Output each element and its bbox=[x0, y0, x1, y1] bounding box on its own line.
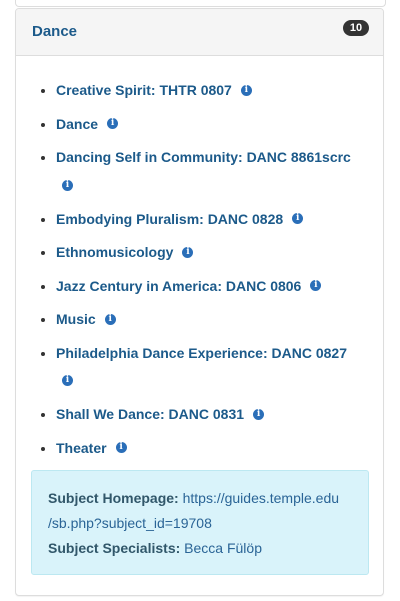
guide-link-music[interactable]: Music bbox=[56, 311, 96, 327]
list-item: Dancei bbox=[56, 110, 386, 138]
subject-specialists-row: Subject Specialists: Becca Fülöp bbox=[48, 536, 354, 561]
info-circle-icon[interactable]: i bbox=[62, 375, 73, 387]
list-item: Creative Spirit: THTR 0807 i bbox=[56, 76, 386, 104]
subject-homepage-url-part2: /sb.php?subject_id=19708 bbox=[48, 515, 212, 531]
subject-homepage-row: Subject Homepage: https://guides.temple.… bbox=[48, 486, 354, 536]
guide-link-shall-we-dance[interactable]: Shall We Dance: DANC 0831 bbox=[56, 406, 244, 422]
info-circle-icon[interactable]: i bbox=[107, 118, 119, 130]
info-circle-icon[interactable]: i bbox=[292, 213, 304, 225]
guide-link-ethnomusicology[interactable]: Ethnomusicology bbox=[56, 244, 173, 260]
guide-link-theater[interactable]: Theater bbox=[56, 440, 107, 456]
info-circle-icon[interactable]: i bbox=[62, 179, 73, 191]
list-item: Philadelphia Dance Experience: DANC 0827… bbox=[56, 339, 386, 395]
guide-link-embodying-pluralism[interactable]: Embodying Pluralism: DANC 0828 bbox=[56, 211, 283, 227]
list-item: Shall We Dance: DANC 0831 i bbox=[56, 400, 386, 428]
info-circle-icon[interactable]: i bbox=[182, 246, 194, 258]
specialist-link[interactable]: Becca Fülöp bbox=[184, 540, 262, 556]
info-circle-icon[interactable]: i bbox=[253, 408, 265, 420]
list-item: Ethnomusicology i bbox=[56, 238, 386, 266]
info-circle-icon[interactable]: i bbox=[115, 442, 127, 454]
panel-heading[interactable]: Dance 10 bbox=[16, 9, 383, 56]
info-circle-icon[interactable]: i bbox=[240, 84, 252, 96]
list-item: Embodying Pluralism: DANC 0828 i bbox=[56, 205, 386, 233]
subject-homepage-label: Subject Homepage: bbox=[48, 490, 179, 506]
guide-link-dance[interactable]: Dance bbox=[56, 116, 98, 132]
subject-panel: Dance 10 Creative Spirit: THTR 0807 i Dan… bbox=[15, 8, 384, 596]
guide-link-jazz-century[interactable]: Jazz Century in America: DANC 0806 bbox=[56, 278, 301, 294]
subject-info-box: Subject Homepage: https://guides.temple.… bbox=[31, 470, 369, 575]
subject-specialists-label: Subject Specialists: bbox=[48, 540, 181, 556]
list-item: Theater i bbox=[56, 434, 386, 462]
info-circle-icon[interactable]: i bbox=[104, 313, 116, 325]
info-circle-icon[interactable]: i bbox=[310, 280, 322, 292]
guide-link-creative-spirit[interactable]: Creative Spirit: THTR 0807 bbox=[56, 82, 232, 98]
panel-title-link[interactable]: Dance bbox=[32, 23, 77, 40]
list-item: Musici bbox=[56, 305, 386, 333]
guide-count-badge: 10 bbox=[343, 20, 369, 36]
guide-list: Creative Spirit: THTR 0807i Dancei Danci… bbox=[16, 76, 386, 467]
list-item: Dancing Self in Community: DANC 8861scrc… bbox=[56, 143, 386, 199]
guide-link-philadelphia-dance[interactable]: Philadelphia Dance Experience: DANC 0827 bbox=[56, 345, 347, 361]
guide-link-dancing-self[interactable]: Dancing Self in Community: DANC 8861scrc bbox=[56, 149, 351, 165]
subject-homepage-url-part1: https://guides.temple.edu bbox=[182, 490, 340, 506]
list-item: Jazz Century in America: DANC 0806 i bbox=[56, 272, 386, 300]
previous-panel-bottom-edge bbox=[15, 0, 386, 7]
